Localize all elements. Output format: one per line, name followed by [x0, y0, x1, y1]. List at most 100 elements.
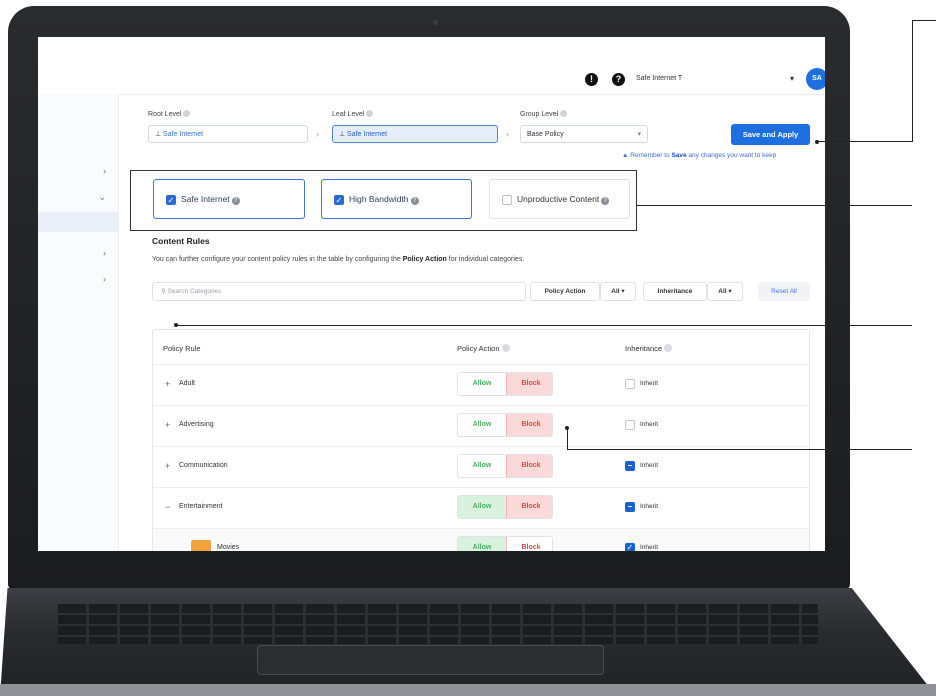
checkbox-unchecked[interactable]: [502, 195, 512, 205]
help-icon: ?: [601, 197, 610, 205]
checkbox-checked[interactable]: ✓: [334, 195, 344, 205]
sidebar-item[interactable]: ›: [38, 244, 118, 264]
content-rules-description: You can further configure your content p…: [152, 256, 525, 263]
allow-button[interactable]: Allow: [458, 414, 506, 436]
allow-button[interactable]: Allow: [458, 496, 507, 518]
expand-icon[interactable]: +: [165, 379, 170, 389]
chevron-right-icon: ›: [103, 248, 106, 258]
inherit-label: Inherit: [640, 421, 659, 428]
inherit-checkbox[interactable]: [625, 420, 635, 430]
sidebar-item[interactable]: ›: [38, 162, 118, 182]
checkbox-checked[interactable]: ✓: [166, 195, 176, 205]
root-level-label: Root Level: [148, 110, 191, 118]
allow-button[interactable]: Allow: [458, 455, 506, 477]
account-caret-icon[interactable]: ▾: [790, 74, 794, 83]
info-icon: [560, 110, 568, 117]
account-name[interactable]: Safe Internet T: [636, 75, 682, 82]
help-icon: ?: [410, 197, 419, 205]
block-button[interactable]: Block: [506, 414, 552, 436]
chevron-right-icon: ›: [103, 166, 106, 176]
callout-line: [637, 205, 825, 206]
group-level-value: Base Policy: [527, 131, 564, 138]
policy-action-toggle[interactable]: Allow Block: [457, 536, 553, 551]
screen: ! ? Safe Internet T ▾ SA › ⌄ › › Root Le…: [38, 37, 825, 551]
table-row[interactable]: − Entertainment Allow Block – Inherit: [153, 487, 809, 529]
chevron-right-icon: ›: [103, 274, 106, 284]
avatar[interactable]: SA: [806, 68, 825, 90]
chevron-right-icon: ›: [506, 129, 509, 139]
preset-safe-internet[interactable]: ✓ Safe Internet?: [153, 179, 305, 219]
policy-action-toggle[interactable]: Allow Block: [457, 372, 553, 396]
inherit-label: Inherit: [640, 462, 659, 469]
inheritance-filter-label: Inheritance: [643, 282, 707, 301]
search-placeholder: Search Categories: [167, 288, 222, 295]
block-button[interactable]: Block: [506, 537, 552, 551]
group-level-select[interactable]: Base Policy ▾: [520, 125, 648, 143]
callout-line: [567, 428, 568, 450]
allow-button[interactable]: Allow: [458, 373, 506, 395]
leaf-level-select[interactable]: ⊥ Safe Internet: [332, 125, 498, 143]
info-icon: [501, 344, 510, 352]
inherit-label: Inherit: [640, 380, 659, 387]
sidebar-item-active[interactable]: [38, 212, 118, 232]
sidebar-item[interactable]: ⌄: [38, 188, 118, 208]
category-thumbnail-icon: [191, 540, 211, 551]
rule-name: Communication: [179, 462, 228, 469]
policy-action-toggle[interactable]: Allow Block: [457, 413, 553, 437]
search-icon: ⚲: [161, 288, 166, 295]
callout-dot: [565, 426, 569, 430]
table-row[interactable]: + Advertising Allow Block Inherit: [153, 405, 809, 447]
camera-icon: [433, 20, 438, 25]
allow-button[interactable]: Allow: [458, 537, 507, 551]
table-row[interactable]: + Adult Allow Block Inherit: [153, 364, 809, 406]
help-icon: ?: [231, 197, 240, 205]
help-icon[interactable]: ?: [612, 73, 625, 86]
sidebar-item[interactable]: ›: [38, 270, 118, 290]
block-button[interactable]: Block: [506, 373, 552, 395]
info-icon: [664, 344, 673, 352]
inherit-checkbox[interactable]: [625, 379, 635, 389]
inherit-checkbox-checked[interactable]: ✓: [625, 543, 635, 551]
info-icon: [183, 110, 191, 117]
content-rules-title: Content Rules: [152, 236, 210, 246]
collapse-icon[interactable]: −: [165, 502, 170, 512]
root-level-select[interactable]: ⊥ Safe Internet: [148, 125, 308, 143]
rule-name: Advertising: [179, 421, 214, 428]
col-header-inheritance: Inheritance: [625, 344, 673, 353]
inherit-checkbox-checked[interactable]: –: [625, 502, 635, 512]
block-button[interactable]: Block: [506, 455, 552, 477]
preset-label: Safe Internet: [181, 194, 230, 204]
policy-action-filter-select[interactable]: All ▾: [600, 282, 636, 301]
block-button[interactable]: Block: [506, 496, 552, 518]
callout-line: [567, 449, 825, 450]
callout-line: [825, 449, 912, 450]
inherit-checkbox-checked[interactable]: –: [625, 461, 635, 471]
policy-action-toggle[interactable]: Allow Block: [457, 495, 553, 519]
save-and-apply-button[interactable]: Save and Apply: [731, 124, 810, 145]
leaf-level-value: Safe Internet: [347, 131, 388, 138]
top-bar: ! ? Safe Internet T ▾ SA: [38, 37, 825, 95]
alert-icon[interactable]: !: [585, 73, 598, 86]
callout-line: [825, 141, 912, 142]
group-level-label: Group Level: [520, 110, 568, 118]
laptop-edge: [0, 684, 936, 696]
preset-unproductive-content[interactable]: Unproductive Content?: [489, 179, 630, 219]
keyboard-rows: [58, 604, 818, 644]
col-header-policy-rule: Policy Rule: [163, 344, 201, 353]
callout-line: [176, 325, 825, 326]
reset-all-button[interactable]: Reset All: [758, 282, 810, 301]
chevron-down-icon: ▾: [637, 131, 641, 138]
callout-line: [817, 141, 825, 142]
preset-high-bandwidth[interactable]: ✓ High Bandwidth?: [321, 179, 472, 219]
policy-action-toggle[interactable]: Allow Block: [457, 454, 553, 478]
callout-dot: [174, 323, 178, 327]
search-categories-input[interactable]: ⚲ Search Categories: [152, 282, 526, 301]
expand-icon[interactable]: +: [165, 420, 170, 430]
callout-line: [825, 205, 912, 206]
chevron-right-icon: ›: [316, 129, 319, 139]
table-row[interactable]: + Communication Allow Block – Inherit: [153, 446, 809, 488]
info-icon: [366, 110, 374, 117]
expand-icon[interactable]: +: [165, 461, 170, 471]
inheritance-filter-select[interactable]: All ▾: [707, 282, 743, 301]
table-row-sub[interactable]: Movies Allow Block ✓ Inherit: [153, 528, 809, 551]
